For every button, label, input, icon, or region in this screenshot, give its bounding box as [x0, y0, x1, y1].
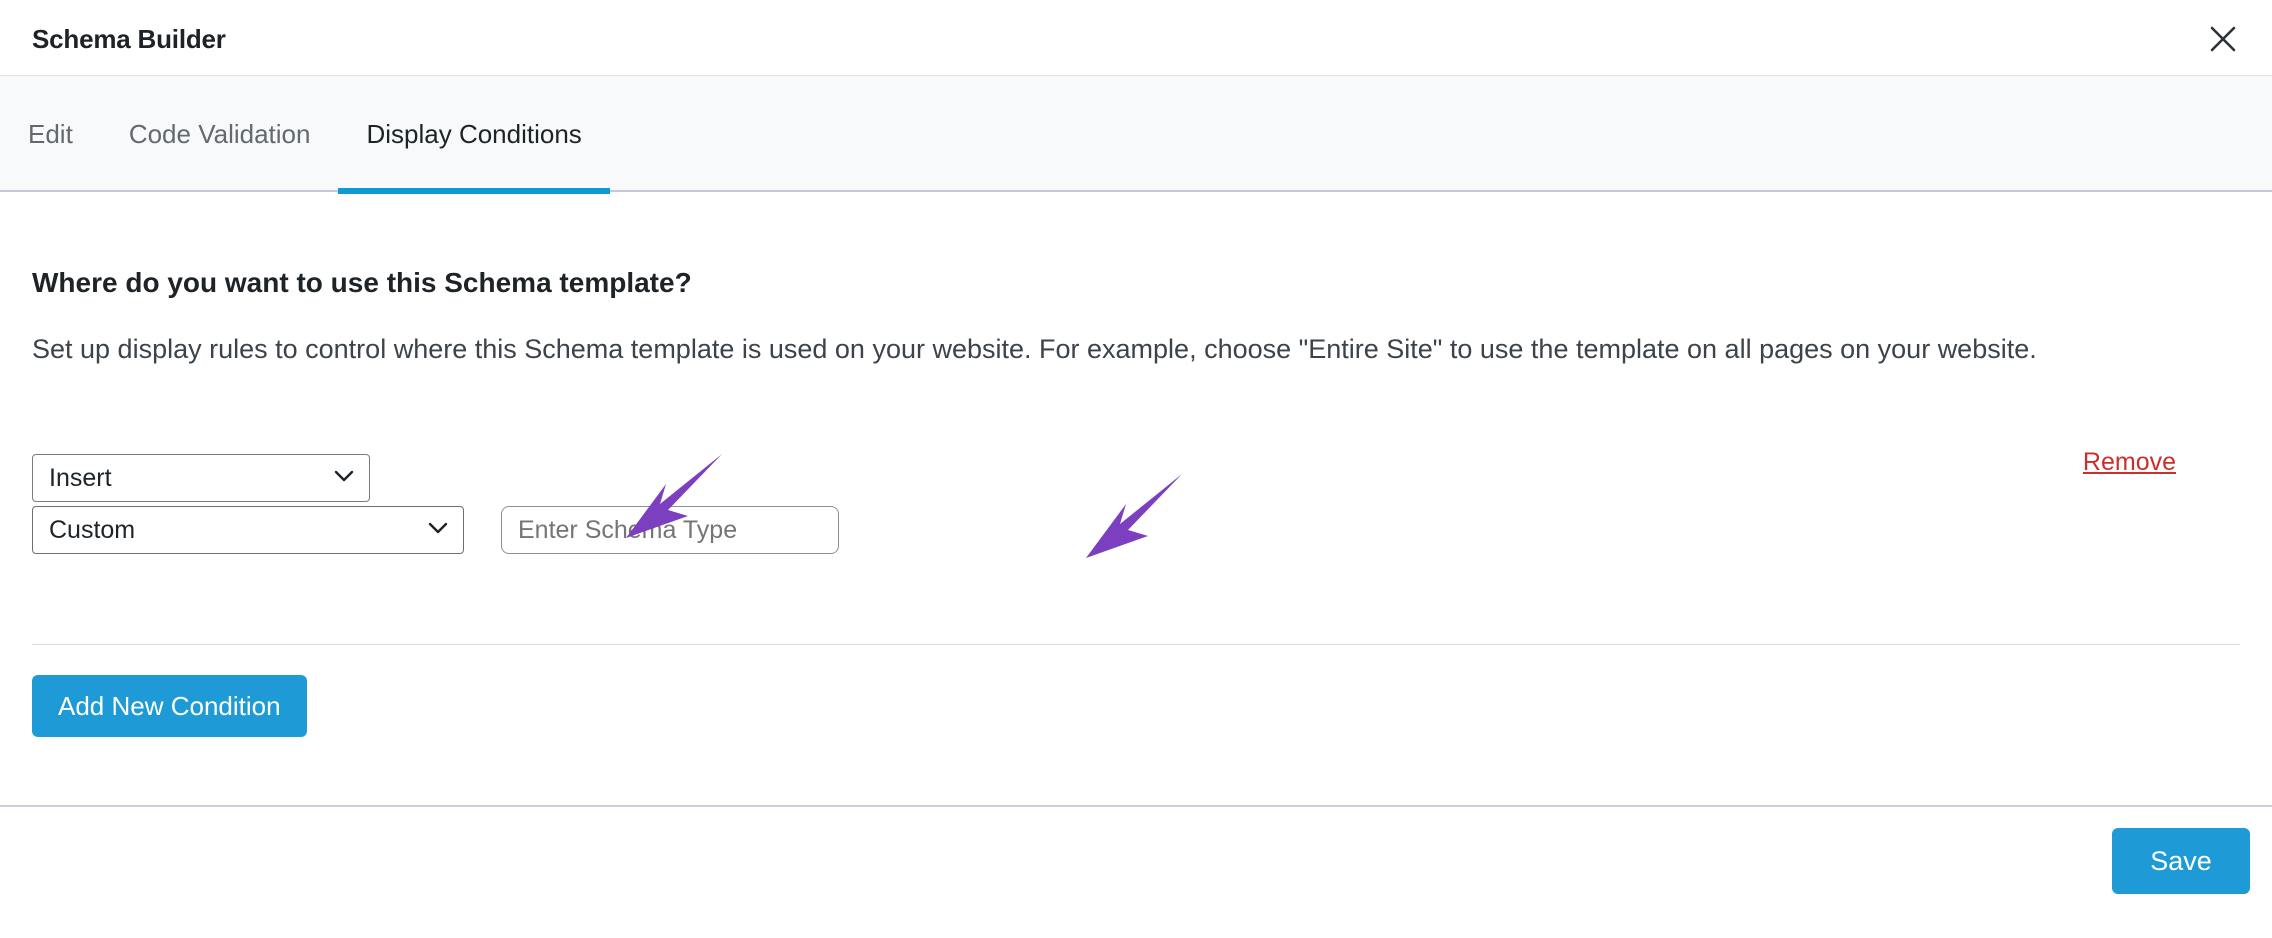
- add-new-condition-button[interactable]: Add New Condition: [32, 675, 307, 737]
- close-icon[interactable]: [2200, 16, 2246, 62]
- tab-bar: Edit Code Validation Display Conditions: [0, 76, 2272, 194]
- action-select[interactable]: Insert: [32, 454, 370, 502]
- tab-code-validation-label: Code Validation: [128, 118, 311, 149]
- tab-edit[interactable]: Edit: [0, 76, 101, 192]
- arrow-pointing-to-schema-type-input: [1060, 468, 1190, 573]
- modal-header: Schema Builder: [0, 0, 2272, 76]
- tab-code-validation[interactable]: Code Validation: [101, 76, 339, 192]
- condition-row-target: Custom: [32, 506, 464, 554]
- section-description: Set up display rules to control where th…: [32, 334, 2037, 364]
- target-select-wrapper: Custom: [32, 506, 464, 554]
- tab-display-conditions-label: Display Conditions: [366, 118, 582, 149]
- page-title: Schema Builder: [32, 24, 226, 54]
- schema-builder-modal: Schema Builder Edit Code Validation Disp…: [0, 0, 2272, 938]
- tab-edit-label: Edit: [28, 118, 73, 149]
- divider: [32, 644, 2240, 645]
- target-select[interactable]: Custom: [32, 506, 464, 554]
- remove-condition-link[interactable]: Remove: [2083, 448, 2176, 477]
- schema-type-input[interactable]: [501, 506, 839, 554]
- action-select-wrapper: Insert: [32, 454, 370, 502]
- condition-row-action: Insert: [32, 454, 370, 502]
- section-heading: Where do you want to use this Schema tem…: [32, 267, 692, 298]
- footer-divider: [0, 805, 2272, 807]
- save-button[interactable]: Save: [2112, 828, 2250, 894]
- tab-display-conditions[interactable]: Display Conditions: [338, 76, 611, 194]
